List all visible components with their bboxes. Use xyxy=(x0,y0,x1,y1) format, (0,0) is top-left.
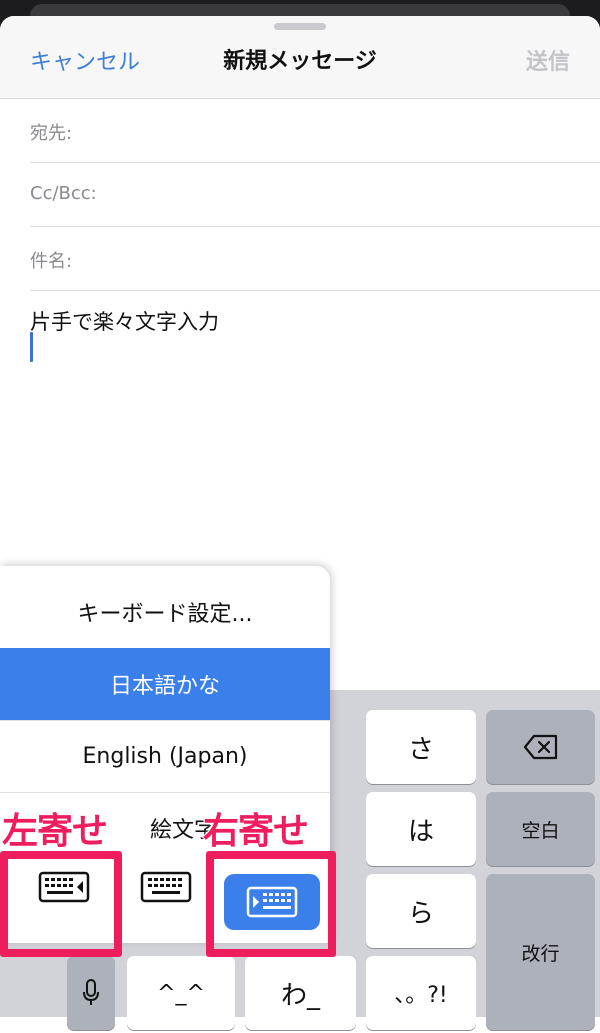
cc-bcc-label: Cc/Bcc: xyxy=(30,183,97,204)
key-sa[interactable]: さ xyxy=(366,710,476,784)
nav-bar: 新規メッセージ キャンセル 送信 xyxy=(0,16,600,99)
subject-field[interactable]: 件名: xyxy=(30,226,600,291)
delete-key[interactable] xyxy=(486,710,595,784)
annotation-label-left: 左寄せ xyxy=(1,810,109,853)
cancel-button[interactable]: キャンセル xyxy=(30,44,140,76)
menu-item-japanese-kana[interactable]: 日本語かな xyxy=(0,648,330,721)
annotation-box-left xyxy=(0,851,122,957)
space-key[interactable]: 空白 xyxy=(486,792,595,866)
to-field[interactable]: 宛先: xyxy=(30,98,600,163)
send-button[interactable]: 送信 xyxy=(526,44,570,76)
key-punctuation[interactable]: 、。?! xyxy=(366,956,476,1030)
menu-item-english-japan[interactable]: English (Japan) xyxy=(0,720,330,793)
message-body[interactable]: 片手で楽々文字入力 xyxy=(30,306,219,336)
key-ha[interactable]: は xyxy=(366,792,476,866)
delete-icon xyxy=(523,734,557,760)
key-emoticon[interactable]: ^_^ xyxy=(127,956,235,1030)
mic-key[interactable] xyxy=(67,956,115,1030)
annotation-box-right xyxy=(206,851,336,957)
menu-item-keyboard-settings[interactable]: キーボード設定... xyxy=(0,576,330,649)
sheet-grabber[interactable] xyxy=(274,23,326,30)
keyboard-center-icon xyxy=(140,871,192,903)
key-ra[interactable]: ら xyxy=(366,874,476,948)
to-label: 宛先: xyxy=(30,123,73,144)
annotation-label-right: 右寄せ xyxy=(202,810,310,853)
text-caret xyxy=(30,332,33,362)
keyboard-center-button[interactable] xyxy=(118,854,214,920)
key-wa[interactable]: わ_ xyxy=(245,956,356,1030)
subject-label: 件名: xyxy=(30,251,73,272)
return-key[interactable]: 改行 xyxy=(486,874,595,1030)
microphone-icon xyxy=(83,979,99,1005)
cc-bcc-field[interactable]: Cc/Bcc: xyxy=(30,162,600,227)
